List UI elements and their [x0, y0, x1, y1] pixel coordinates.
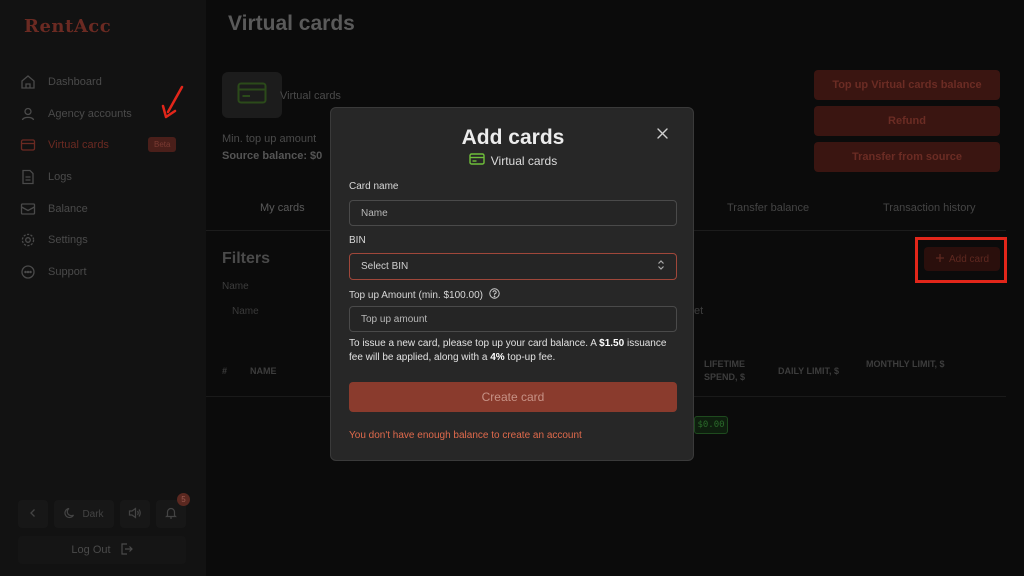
topup-amount-input[interactable] — [349, 306, 677, 332]
col-header-daily-limit: DAILY LIMIT, $ — [778, 366, 840, 376]
sidebar-item-label: Balance — [48, 202, 88, 215]
page-title: Virtual cards — [228, 12, 355, 35]
sidebar-item-label: Logs — [48, 170, 72, 183]
topup-amount-label: Top up Amount (min. $100.00) — [349, 289, 483, 301]
annotation-arrow-icon — [161, 85, 184, 119]
sidebar-item-label: Agency accounts — [48, 107, 132, 120]
card-name-input[interactable] — [349, 200, 677, 226]
transfer-from-source-button[interactable]: Transfer from source — [814, 142, 1000, 172]
error-message: You don't have enough balance to create … — [349, 430, 582, 441]
topup-balance-button[interactable]: Top up Virtual cards balance — [814, 70, 1000, 100]
sidebar-item-label: Settings — [48, 234, 88, 247]
speaker-icon — [128, 506, 142, 522]
sidebar-item-label: Support — [48, 265, 87, 278]
tab-transfer-balance[interactable]: Transfer balance — [727, 202, 809, 214]
source-balance-text: Source balance: $0 — [222, 150, 323, 162]
issuance-fee: $1.50 — [599, 338, 625, 349]
topup-fee-percent: 4% — [490, 352, 505, 363]
sidebar-item-settings[interactable]: Settings — [20, 224, 190, 256]
virtual-card-tile — [222, 72, 282, 118]
logout-label: Log Out — [71, 544, 111, 556]
fee-info-text: To issue a new card, please top up your … — [349, 337, 669, 365]
sidebar-controls: Dark — [18, 500, 188, 528]
bin-label: BIN — [349, 235, 366, 246]
col-header-num: # — [222, 366, 228, 376]
theme-label: Dark — [82, 508, 104, 520]
gear-icon — [20, 232, 36, 248]
bin-select[interactable]: Select BIN — [349, 253, 677, 280]
bell-icon — [165, 506, 177, 522]
create-card-button[interactable]: Create card — [349, 382, 677, 412]
topup-amount-label-row: Top up Amount (min. $100.00) — [349, 288, 500, 302]
collapse-button[interactable] — [18, 500, 48, 528]
fee-info-part: top-up fee. — [504, 352, 556, 363]
close-button[interactable] — [653, 126, 671, 144]
sidebar-item-virtual-cards[interactable]: Virtual cards Beta — [20, 129, 190, 161]
add-cards-modal: Add cards Virtual cards Card name BIN Se… — [330, 107, 694, 461]
home-icon — [20, 74, 36, 90]
sidebar-item-logs[interactable]: Logs — [20, 161, 190, 193]
chevron-left-icon — [28, 508, 38, 521]
card-icon — [237, 82, 267, 109]
logout-button[interactable]: Log Out — [18, 536, 186, 564]
logo: RentAcc — [24, 16, 112, 37]
col-header-lifetime-spend: LIFETIME SPEND, $ — [704, 359, 746, 382]
sidebar-item-support[interactable]: Support — [20, 256, 190, 288]
close-icon — [656, 126, 668, 144]
tab-transaction-history[interactable]: Transaction history — [883, 202, 976, 214]
sidebar-item-balance[interactable]: Balance — [20, 193, 190, 225]
fee-info-part: To issue a new card, please top up your … — [349, 338, 600, 349]
help-icon[interactable] — [489, 288, 500, 302]
chevron-updown-icon — [657, 259, 665, 274]
col-header-name: NAME — [250, 366, 277, 376]
card-icon — [20, 137, 36, 153]
filter-name-label: Name — [222, 281, 249, 292]
theme-toggle[interactable]: Dark — [54, 500, 114, 528]
filter-partial-text: et — [694, 305, 704, 317]
filter-name-input[interactable]: Name — [222, 300, 330, 324]
document-icon — [20, 169, 36, 185]
bin-select-value: Select BIN — [361, 261, 409, 272]
modal-subtitle: Virtual cards — [331, 153, 695, 168]
modal-title: Add cards — [461, 126, 565, 149]
notification-count-badge: 5 — [177, 493, 190, 506]
user-icon — [20, 106, 36, 122]
card-icon — [469, 153, 485, 168]
filters-title: Filters — [222, 250, 271, 267]
col-header-monthly-limit: MONTHLY LIMIT, $ — [866, 359, 945, 369]
sidebar-item-label: Dashboard — [48, 75, 102, 88]
card-name-label: Card name — [349, 181, 399, 192]
modal-subtitle-text: Virtual cards — [490, 153, 558, 168]
beta-badge: Beta — [148, 137, 177, 153]
virtual-card-label: Virtual cards — [280, 90, 341, 102]
logout-icon — [119, 542, 133, 559]
envelope-icon — [20, 201, 36, 217]
sound-button[interactable] — [120, 500, 150, 528]
moon-icon — [64, 507, 76, 522]
sidebar-item-label: Virtual cards — [48, 139, 109, 152]
min-topup-text: Min. top up amount — [222, 133, 317, 145]
refund-button[interactable]: Refund — [814, 106, 1000, 136]
add-card-highlight — [915, 237, 1007, 283]
tab-my-cards[interactable]: My cards — [260, 202, 305, 214]
lifetime-spend-value: $0.00 — [694, 416, 728, 434]
chat-icon — [20, 264, 36, 280]
